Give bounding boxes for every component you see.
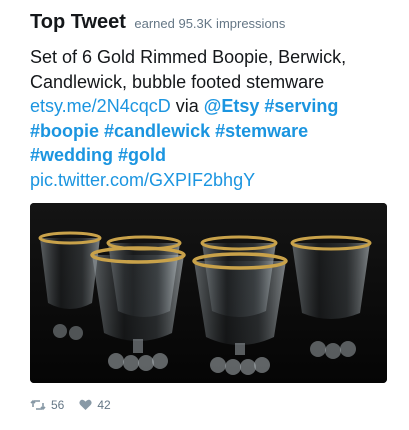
hashtag-wedding[interactable]: #wedding [30, 145, 113, 165]
tweet-text-line-3: etsy.me/2N4cqcD via @Etsy #serving [30, 94, 390, 119]
glass-back-left [38, 231, 102, 309]
retweet-count: 56 [51, 398, 65, 412]
hashtag-candlewick[interactable]: #candlewick [104, 121, 210, 141]
tweet-text-line-2: Candlewick, bubble footed stemware [30, 71, 325, 92]
via-label: via [175, 96, 199, 116]
etsy-mention[interactable]: @Etsy [204, 96, 260, 116]
like-stat[interactable]: 42 [79, 398, 111, 412]
pic-link[interactable]: pic.twitter.com/GXPIF2bhgY [30, 170, 255, 190]
card-header: Top Tweet earned 95.3K impressions [30, 11, 285, 34]
tweet-text-line-1: Set of 6 Gold Rimmed Boopie, Berwick, [30, 47, 347, 67]
card-title: Top Tweet [30, 11, 126, 33]
glass-back-right [290, 235, 372, 319]
hashtag-gold[interactable]: #gold [118, 145, 166, 165]
stemware-photo [30, 203, 387, 383]
hashtag-serving[interactable]: #serving [264, 96, 338, 116]
tweet-stats: 56 42 [30, 398, 126, 412]
tweet-text: Set of 6 Gold Rimmed Boopie, Berwick, Ca… [30, 45, 390, 192]
retweet-icon [30, 399, 46, 411]
hashtag-boopie[interactable]: #boopie [30, 121, 99, 141]
like-count: 42 [97, 398, 111, 412]
retweet-stat[interactable]: 56 [30, 398, 64, 412]
impressions-label: earned 95.3K impressions [134, 16, 286, 31]
tweet-text-line-6: pic.twitter.com/GXPIF2bhgY [30, 168, 390, 193]
hashtag-stemware[interactable]: #stemware [215, 121, 308, 141]
etsy-link[interactable]: etsy.me/2N4cqcD [30, 96, 171, 116]
top-tweet-card: Top Tweet earned 95.3K impressions Set o… [0, 0, 409, 430]
tweet-text-line-5: #wedding #gold [30, 143, 390, 168]
tweet-photo[interactable] [30, 203, 387, 383]
tweet-text-line-4: #boopie #candlewick #stemware [30, 119, 390, 144]
heart-icon [79, 399, 92, 410]
